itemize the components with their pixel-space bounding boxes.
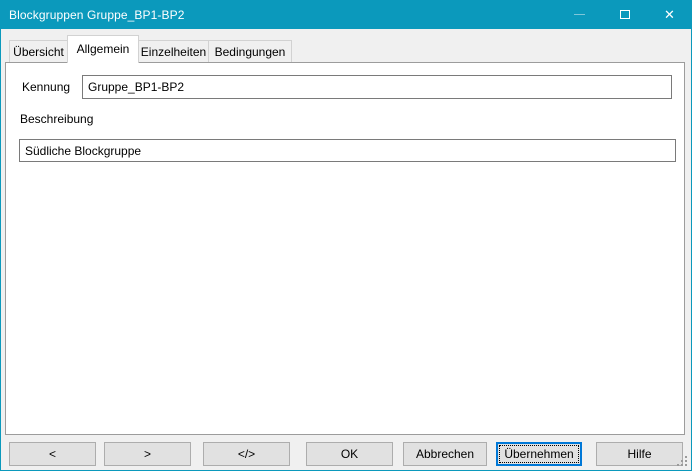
titlebar[interactable]: Blockgruppen Gruppe_BP1-BP2 ✕ bbox=[0, 0, 692, 29]
tab-bedingungen[interactable]: Bedingungen bbox=[208, 40, 292, 63]
tab-uebersicht[interactable]: Übersicht bbox=[9, 40, 68, 63]
code-view-button[interactable]: </> bbox=[203, 442, 290, 466]
close-icon: ✕ bbox=[664, 8, 675, 21]
cancel-button[interactable]: Abbrechen bbox=[403, 442, 487, 466]
ok-button[interactable]: OK bbox=[306, 442, 393, 466]
kennung-input[interactable] bbox=[82, 75, 672, 99]
dialog-window: Blockgruppen Gruppe_BP1-BP2 ✕ Übersicht … bbox=[0, 0, 692, 471]
caption-buttons: ✕ bbox=[557, 0, 692, 29]
window-title: Blockgruppen Gruppe_BP1-BP2 bbox=[0, 8, 557, 22]
maximize-icon bbox=[620, 10, 630, 19]
back-button[interactable]: < bbox=[9, 442, 96, 466]
apply-button[interactable]: Übernehmen bbox=[496, 442, 582, 466]
minimize-icon bbox=[574, 14, 585, 15]
resize-grip[interactable] bbox=[676, 455, 689, 468]
tab-allgemein[interactable]: Allgemein bbox=[67, 35, 139, 63]
help-button[interactable]: Hilfe bbox=[596, 442, 683, 466]
maximize-button[interactable] bbox=[602, 0, 647, 29]
minimize-button[interactable] bbox=[557, 0, 602, 29]
close-button[interactable]: ✕ bbox=[647, 0, 692, 29]
kennung-label: Kennung bbox=[22, 75, 70, 99]
beschreibung-label: Beschreibung bbox=[20, 111, 93, 127]
tab-panel-allgemein: Kennung Beschreibung bbox=[5, 62, 685, 435]
forward-button[interactable]: > bbox=[104, 442, 191, 466]
beschreibung-input[interactable] bbox=[19, 139, 676, 162]
tab-einzelheiten[interactable]: Einzelheiten bbox=[138, 40, 209, 63]
